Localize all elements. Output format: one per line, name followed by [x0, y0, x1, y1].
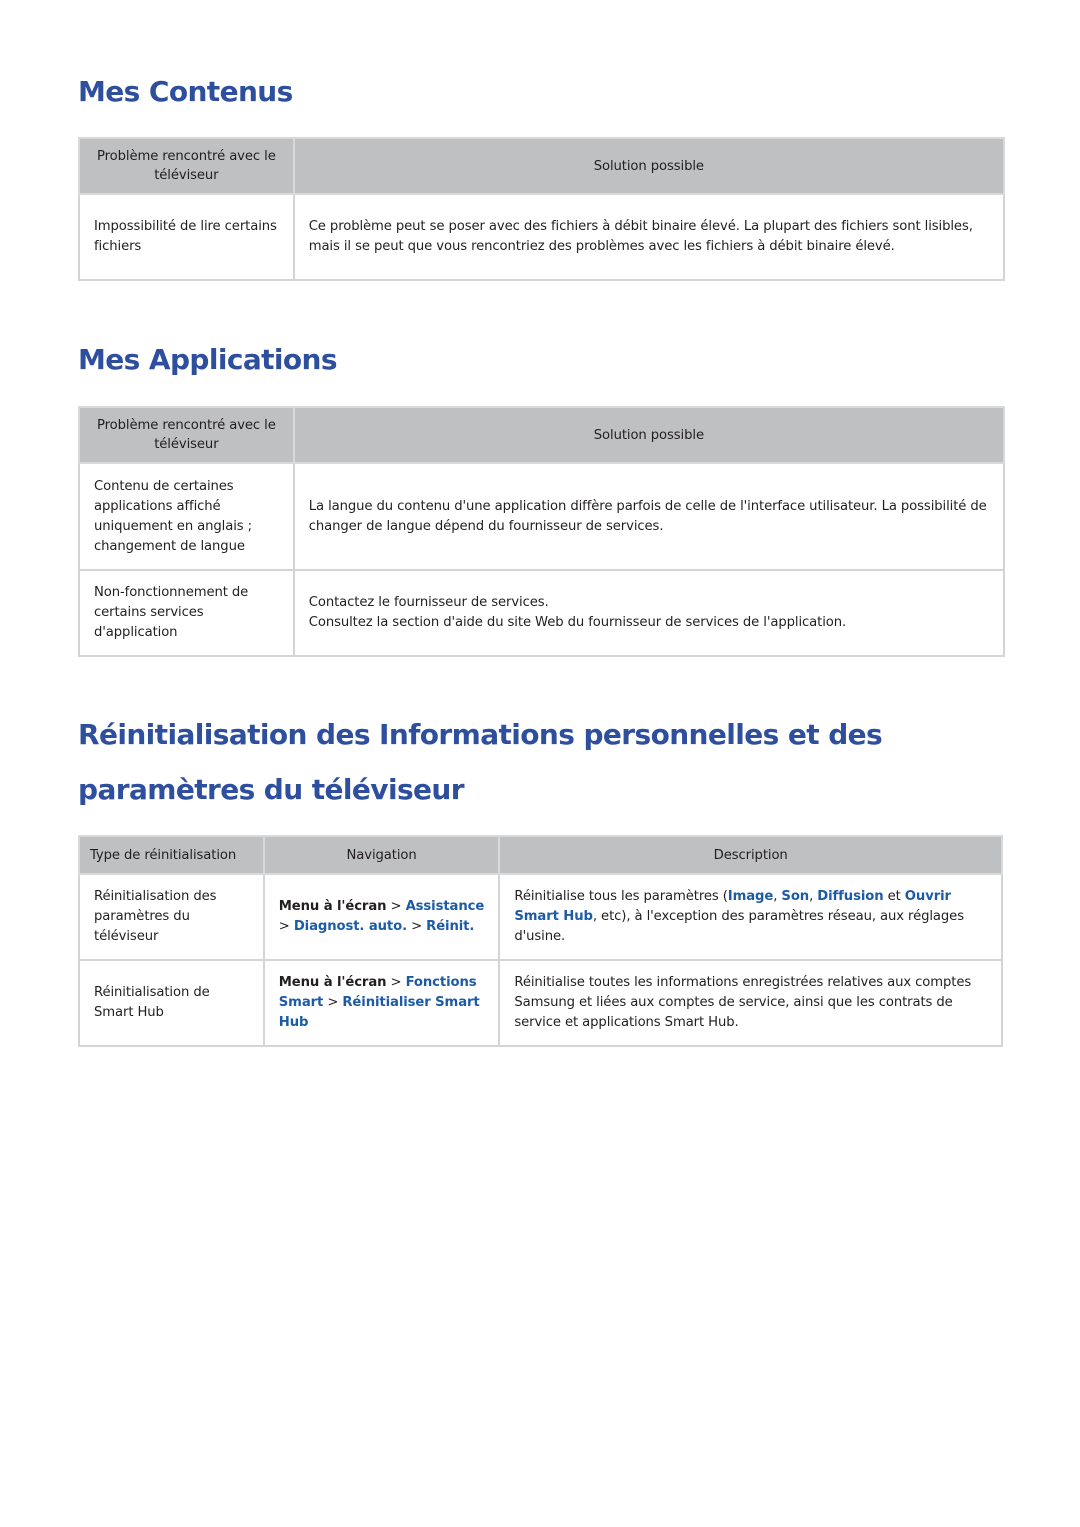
table-row: Contenu de certaines applications affich… — [78, 462, 1006, 571]
problem-cell: Contenu de certaines applications affich… — [78, 462, 295, 571]
section-title-mes-applications: Mes Applications — [78, 343, 338, 376]
header-description: Description — [498, 835, 1003, 875]
nav-separator: > — [327, 995, 339, 1010]
nav-root: Menu à l'écran — [278, 975, 387, 990]
navigation-cell: Menu à l'écran > Fonctions Smart > Réini… — [262, 959, 501, 1047]
nav-separator: > — [278, 919, 290, 934]
nav-link-diagnost-auto[interactable]: Diagnost. auto. — [294, 919, 407, 934]
nav-separator: > — [390, 899, 402, 914]
table-row: Impossibilité de lire certains fichiers … — [78, 193, 1006, 281]
table-mes-applications: Problème rencontré avec le téléviseur So… — [78, 406, 1006, 657]
desc-and: et — [883, 889, 905, 904]
header-problem: Problème rencontré avec le téléviseur — [78, 406, 295, 464]
solution-line: Contactez le fournisseur de services. — [308, 595, 549, 610]
link-diffusion[interactable]: Diffusion — [817, 889, 883, 904]
problem-cell: Non-fonctionnement de certains services … — [78, 569, 295, 657]
table-row: Réinitialisation de Smart Hub Menu à l'é… — [78, 959, 1003, 1047]
navigation-cell: Menu à l'écran > Assistance > Diagnost. … — [262, 873, 501, 961]
type-cell: Réinitialisation de Smart Hub — [78, 959, 265, 1047]
nav-link-assistance[interactable]: Assistance — [406, 899, 485, 914]
table-header-row: Type de réinitialisation Navigation Desc… — [78, 835, 1003, 875]
header-type: Type de réinitialisation — [78, 835, 265, 875]
solution-cell: La langue du contenu d'une application d… — [292, 462, 1006, 571]
table-row: Non-fonctionnement de certains services … — [78, 569, 1006, 657]
link-son[interactable]: Son — [781, 889, 809, 904]
header-solution: Solution possible — [292, 137, 1006, 195]
type-cell: Réinitialisation des paramètres du télév… — [78, 873, 265, 961]
section-title-reinitialisation-line1: Réinitialisation des Informations person… — [78, 718, 883, 751]
nav-root: Menu à l'écran — [278, 899, 387, 914]
solution-cell: Contactez le fournisseur de services. Co… — [292, 569, 1006, 657]
solution-line: Consultez la section d'aide du site Web … — [308, 615, 847, 630]
description-cell: Réinitialise tous les paramètres (Image,… — [498, 873, 1003, 961]
nav-separator: > — [390, 975, 402, 990]
table-header-row: Problème rencontré avec le téléviseur So… — [78, 137, 1006, 195]
problem-cell: Impossibilité de lire certains fichiers — [78, 193, 295, 281]
nav-link-reinit[interactable]: Réinit. — [426, 919, 474, 934]
description-cell: Réinitialise toutes les informations enr… — [498, 959, 1003, 1047]
solution-cell: Ce problème peut se poser avec des fichi… — [292, 193, 1006, 281]
section-title-mes-contenus: Mes Contenus — [78, 75, 293, 108]
table-reinitialisation: Type de réinitialisation Navigation Desc… — [78, 835, 1003, 1047]
header-navigation: Navigation — [262, 835, 501, 875]
nav-separator: > — [411, 919, 423, 934]
section-title-reinitialisation-line2: paramètres du téléviseur — [78, 773, 465, 806]
table-header-row: Problème rencontré avec le téléviseur So… — [78, 406, 1006, 464]
table-row: Réinitialisation des paramètres du télév… — [78, 873, 1003, 961]
table-mes-contenus: Problème rencontré avec le téléviseur So… — [78, 137, 1006, 281]
header-solution: Solution possible — [292, 406, 1006, 464]
desc-prefix: Réinitialise tous les paramètres ( — [514, 889, 728, 904]
link-image[interactable]: Image — [728, 889, 774, 904]
header-problem: Problème rencontré avec le téléviseur — [78, 137, 295, 195]
